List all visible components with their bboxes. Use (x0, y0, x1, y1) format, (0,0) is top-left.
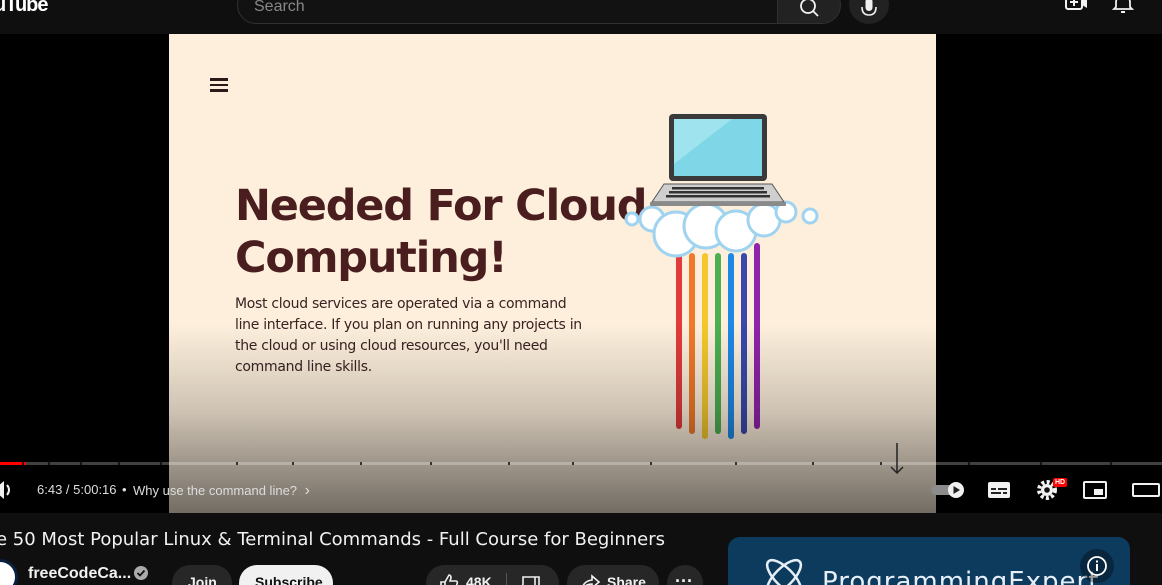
create-icon (1065, 0, 1087, 10)
voice-search-button[interactable] (849, 0, 889, 24)
video-frame: Needed For Cloud Computing! Most cloud s… (169, 34, 936, 513)
channel-name[interactable]: freeCodeCa... (28, 565, 131, 583)
video-player[interactable]: Needed For Cloud Computing! Most cloud s… (0, 34, 1162, 513)
chapter-marker (812, 462, 814, 465)
subtitles-icon[interactable] (985, 476, 1013, 504)
avatar[interactable] (0, 559, 18, 585)
video-title: e 50 Most Popular Linux & Terminal Comma… (0, 529, 665, 550)
more-icon: ··· (675, 571, 693, 585)
info-icon (1087, 556, 1107, 576)
thumbs-down-icon[interactable] (520, 574, 542, 585)
youtube-watch-page: uTube Search (0, 0, 1162, 585)
share-icon (582, 574, 601, 585)
ad-info-button[interactable] (1080, 549, 1114, 583)
video-info: e 50 Most Popular Linux & Terminal Comma… (0, 513, 1162, 585)
chapter-marker (968, 462, 970, 465)
chapter-marker (360, 462, 362, 465)
search-placeholder: Search (254, 0, 305, 15)
subscribe-button[interactable]: Subscribe (239, 565, 333, 585)
chapter-marker (650, 462, 652, 465)
divider (506, 573, 507, 585)
slide-title: Needed For Cloud Computing! (235, 181, 648, 283)
create-button[interactable] (1060, 0, 1090, 18)
chapter-marker (430, 462, 432, 465)
like-count: 48K (466, 574, 492, 585)
autoplay-toggle-icon[interactable] (930, 476, 966, 504)
chevron-right-icon: › (304, 482, 310, 499)
join-button[interactable]: Join (172, 565, 232, 585)
theater-mode-icon[interactable] (1130, 476, 1162, 504)
like-dislike-group: 48K (426, 565, 559, 585)
seek-bar[interactable] (0, 462, 1162, 465)
search-input[interactable]: Search (237, 0, 778, 24)
chapter-marker (572, 462, 574, 465)
mic-icon (861, 0, 877, 16)
chapter-marker (508, 462, 510, 465)
chapter-marker (1040, 462, 1042, 465)
top-bar: uTube Search (0, 0, 1162, 34)
chapter-title: Why use the command line? (133, 483, 298, 498)
chapter-marker (292, 462, 294, 465)
chapter-marker (236, 462, 238, 465)
bell-icon (1111, 0, 1135, 13)
chapter-marker (118, 462, 120, 465)
time-display: 6:43 / 5:00:16 (37, 482, 117, 497)
down-arrow-icon (890, 443, 904, 475)
ad-brand-text: ProgrammingExpert (822, 567, 1100, 585)
chapter-marker (80, 462, 82, 465)
settings-button[interactable]: HD (1033, 476, 1068, 504)
chapter-title-button[interactable]: Why use the command line? › (133, 482, 310, 500)
search-icon (800, 0, 819, 17)
thumbs-up-icon[interactable] (438, 572, 460, 585)
menu-icon (210, 78, 228, 92)
miniplayer-icon[interactable] (1081, 476, 1109, 504)
volume-icon[interactable] (0, 476, 18, 504)
hd-badge: HD (1053, 478, 1068, 487)
verified-check-icon (134, 566, 148, 580)
notifications-button[interactable] (1108, 0, 1138, 18)
chapter-separator: • (122, 482, 127, 497)
chapter-marker (880, 462, 882, 465)
chapter-marker (160, 462, 162, 465)
youtube-logo[interactable]: uTube (0, 0, 49, 17)
chapter-marker (735, 462, 737, 465)
chapter-marker (1110, 462, 1112, 465)
chapter-marker (22, 462, 24, 465)
atom-logo-icon (765, 558, 803, 585)
more-actions-button[interactable]: ··· (667, 565, 703, 585)
share-button[interactable]: Share (567, 565, 659, 585)
ad-banner[interactable]: ProgrammingExpert (728, 537, 1130, 585)
search-button[interactable] (777, 0, 841, 24)
chapter-marker (48, 462, 50, 465)
player-controls: 6:43 / 5:00:16 • Why use the command lin… (0, 474, 1162, 510)
